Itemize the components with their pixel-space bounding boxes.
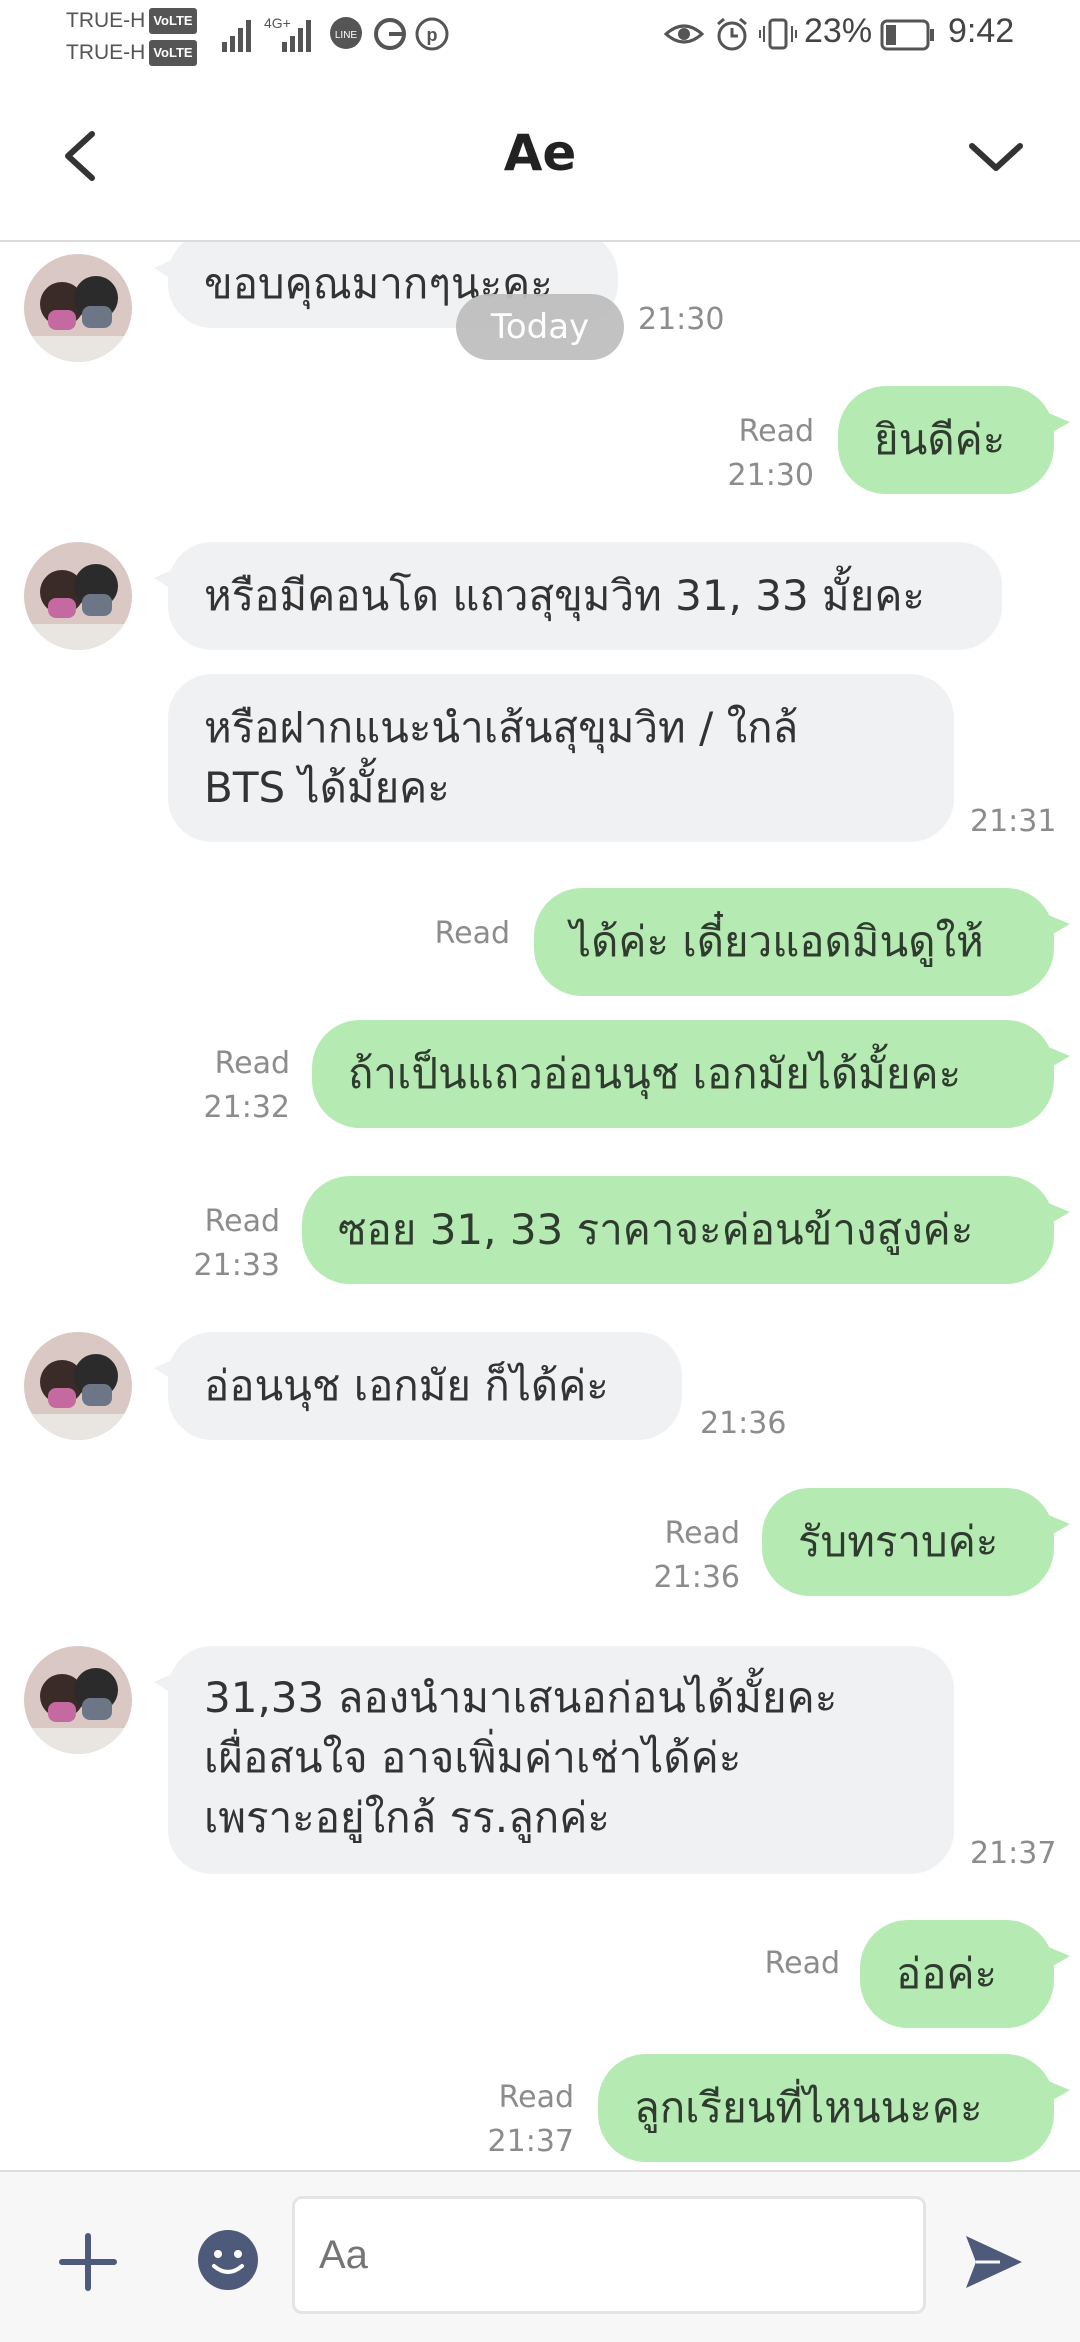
chat-title: Ae bbox=[503, 124, 577, 182]
incoming-message[interactable]: หรือฝากแนะนำเส้นสุขุมวิท / ใกล้ BTS ได้มั… bbox=[168, 674, 954, 842]
read-receipt: Read bbox=[664, 1516, 740, 1551]
outgoing-message[interactable]: ได้ค่ะ เดี๋ยวแอดมินดูให้ bbox=[534, 888, 1070, 996]
vibrate-icon bbox=[758, 16, 797, 52]
message-list[interactable]: ขอบคุณมากๆนะคะ 21:30 Today Read 21:30 ยิน… bbox=[0, 242, 1080, 2170]
send-icon[interactable] bbox=[960, 2228, 1028, 2296]
signal-4g-icon: 4G+ bbox=[262, 14, 322, 54]
avatar[interactable] bbox=[24, 254, 132, 362]
alarm-icon bbox=[714, 16, 750, 52]
volte-badge: VoLTE bbox=[149, 8, 197, 34]
outgoing-message[interactable]: ลูกเรียนที่ไหนนะคะ bbox=[598, 2054, 1070, 2162]
read-receipt: Read bbox=[214, 1046, 290, 1081]
battery-percent: 23% bbox=[804, 12, 873, 50]
incoming-message[interactable]: อ่อนนุช เอกมัย ก็ได้ค่ะ bbox=[154, 1332, 682, 1440]
outgoing-message[interactable]: อ่อค่ะ bbox=[860, 1920, 1070, 2028]
outgoing-message[interactable]: ซอย 31, 33 ราคาจะค่อนข้างสูงค่ะ bbox=[302, 1176, 1070, 1284]
signal-icon bbox=[222, 14, 256, 54]
status-bar: TRUE-H VoLTE TRUE-H VoLTE 4G+ LINE p 23% 9… bbox=[0, 0, 1080, 72]
avatar[interactable] bbox=[24, 1332, 132, 1440]
eye-icon bbox=[663, 16, 705, 52]
read-receipt: Read bbox=[764, 1946, 840, 1981]
clock: 9:42 bbox=[948, 12, 1015, 50]
read-receipt: Read bbox=[738, 414, 814, 449]
message-time: 21:30 bbox=[727, 458, 814, 493]
outgoing-message[interactable]: ยินดีค่ะ bbox=[838, 386, 1070, 494]
read-receipt: Read bbox=[498, 2080, 574, 2115]
incoming-message[interactable]: หรือมีคอนโด แถวสุขุมวิท 31, 33 มั้ยคะ bbox=[154, 542, 1002, 650]
volte-badge: VoLTE bbox=[149, 40, 197, 66]
chevron-down-icon[interactable] bbox=[966, 126, 1026, 186]
carrier-2: TRUE-H VoLTE bbox=[66, 40, 197, 66]
message-composer bbox=[0, 2170, 1080, 2342]
incoming-message[interactable]: 31,33 ลองนำมาเสนอก่อนได้มั้ยคะ เผื่อสนใจ … bbox=[154, 1646, 954, 1874]
message-time: 21:36 bbox=[700, 1406, 787, 1441]
svg-text:LINE: LINE bbox=[335, 30, 358, 41]
read-receipt: Read bbox=[434, 916, 510, 951]
message-meta: Read 21:33 bbox=[186, 1200, 280, 1288]
avatar[interactable] bbox=[24, 542, 132, 650]
outgoing-message[interactable]: รับทราบค่ะ bbox=[762, 1488, 1070, 1596]
message-input[interactable] bbox=[292, 2196, 926, 2314]
plus-icon[interactable] bbox=[56, 2230, 120, 2294]
message-time: 21:33 bbox=[193, 1248, 280, 1283]
message-time: 21:37 bbox=[970, 1836, 1057, 1871]
outgoing-message[interactable]: ถ้าเป็นแถวอ่อนนุช เอกมัยได้มั้ยคะ bbox=[312, 1020, 1070, 1128]
svg-text:p: p bbox=[427, 25, 438, 45]
emoji-icon[interactable] bbox=[196, 2228, 260, 2292]
read-receipt: Read bbox=[204, 1204, 280, 1239]
message-time: 21:36 bbox=[653, 1560, 740, 1595]
avatar[interactable] bbox=[24, 1646, 132, 1754]
message-meta: Read 21:32 bbox=[196, 1042, 290, 1130]
google-icon bbox=[372, 16, 408, 52]
pinterest-icon: p bbox=[414, 16, 450, 52]
message-meta: Read 21:30 bbox=[720, 410, 814, 498]
message-meta: Read 21:36 bbox=[646, 1512, 740, 1600]
network-label: 4G+ bbox=[264, 15, 291, 31]
message-meta: Read 21:37 bbox=[480, 2076, 574, 2164]
message-time: 21:30 bbox=[638, 302, 725, 337]
battery-icon bbox=[880, 18, 936, 54]
date-divider: Today bbox=[456, 294, 624, 360]
chat-header: Ae bbox=[0, 72, 1080, 242]
message-time: 21:31 bbox=[970, 804, 1057, 839]
message-time: 21:37 bbox=[487, 2124, 574, 2159]
message-time: 21:32 bbox=[203, 1090, 290, 1125]
line-app-icon: LINE bbox=[328, 16, 364, 52]
carrier-1: TRUE-H VoLTE bbox=[66, 8, 197, 34]
